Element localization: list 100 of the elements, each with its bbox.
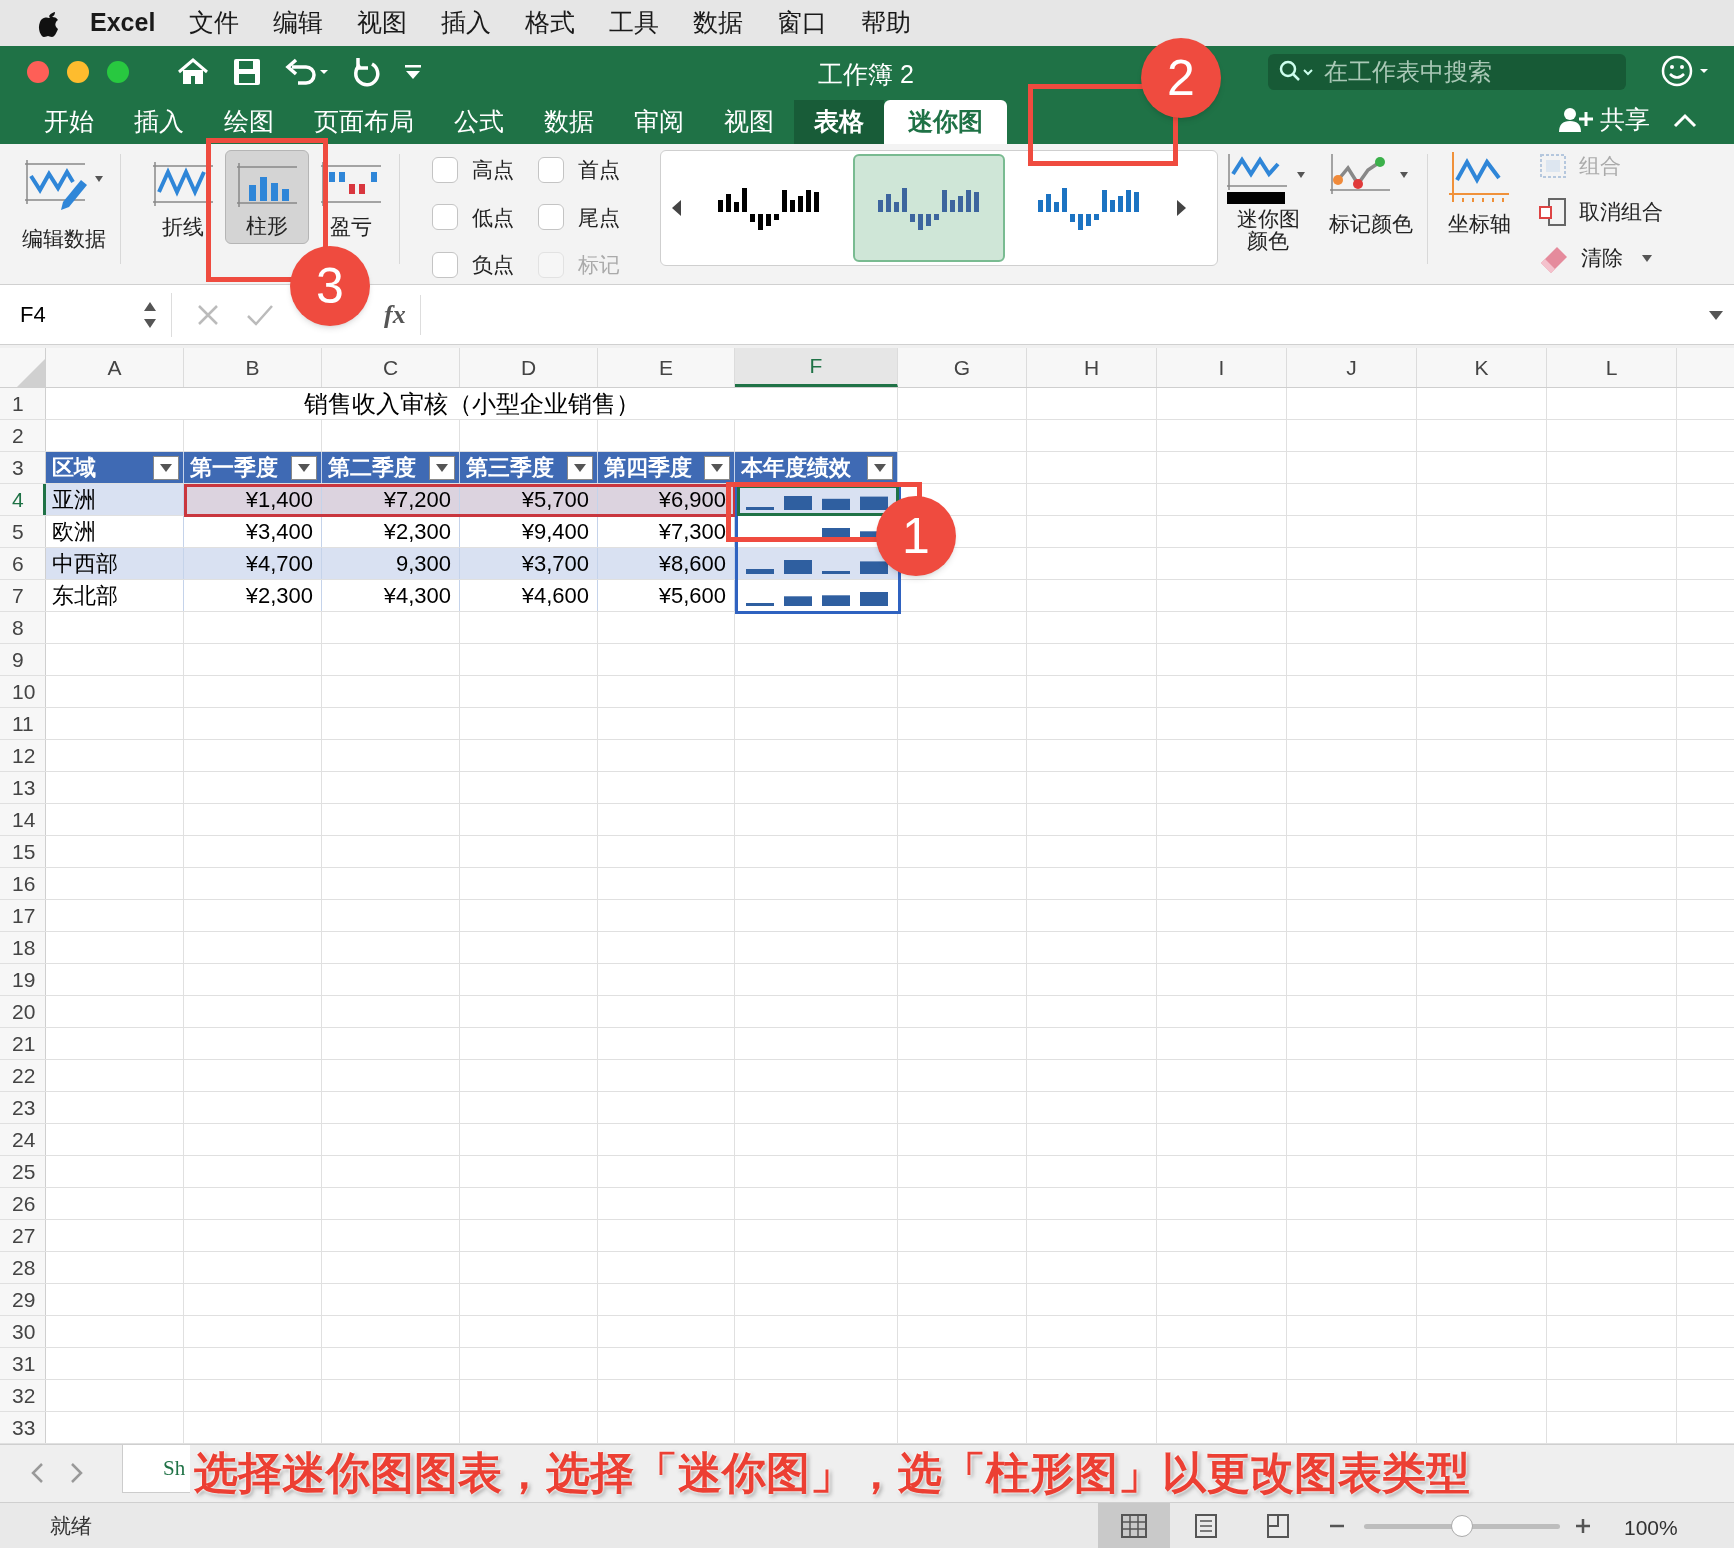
ribbon-tab[interactable]: 审阅 xyxy=(614,100,704,144)
menu-item[interactable]: 格式 xyxy=(525,4,576,42)
minimize-button[interactable] xyxy=(66,59,90,84)
row-header[interactable]: 24 xyxy=(0,1124,46,1155)
row-header[interactable]: 4 xyxy=(0,484,46,515)
row-header[interactable]: 17 xyxy=(0,900,46,931)
ribbon-tab[interactable]: 视图 xyxy=(704,100,794,144)
row-header[interactable]: 30 xyxy=(0,1316,46,1347)
row-header[interactable]: 18 xyxy=(0,932,46,963)
filter-button[interactable] xyxy=(867,455,893,480)
row-header[interactable]: 31 xyxy=(0,1348,46,1379)
filter-button[interactable] xyxy=(704,455,730,480)
menu-item[interactable]: 工具 xyxy=(609,4,660,42)
insert-function-button[interactable]: fx xyxy=(384,295,406,334)
sparkline-type-button[interactable]: 盈亏 xyxy=(309,150,393,244)
search-field[interactable]: 在工作表中搜索 xyxy=(1268,54,1626,90)
row-header[interactable]: 8 xyxy=(0,612,46,643)
zoom-slider-thumb[interactable] xyxy=(1451,1515,1473,1537)
column-header[interactable]: B xyxy=(184,348,322,387)
filter-button[interactable] xyxy=(429,455,455,480)
home-icon[interactable] xyxy=(176,56,210,87)
row-header[interactable]: 6 xyxy=(0,548,46,579)
row-header[interactable]: 5 xyxy=(0,516,46,547)
row-header[interactable]: 22 xyxy=(0,1060,46,1091)
expand-formula-icon[interactable] xyxy=(1708,308,1724,321)
row-header[interactable]: 19 xyxy=(0,964,46,995)
filter-button[interactable] xyxy=(153,455,179,480)
clear-command[interactable]: 清除 xyxy=(1537,240,1663,276)
ribbon-tab[interactable]: 公式 xyxy=(434,100,524,144)
filter-button[interactable] xyxy=(291,455,317,480)
ungroup-command[interactable]: 取消组合 xyxy=(1537,194,1663,230)
row-header[interactable]: 11 xyxy=(0,708,46,739)
show-option-checkbox[interactable]: 高点 xyxy=(432,154,538,186)
sparkline-type-button[interactable]: 柱形 xyxy=(225,150,309,244)
share-button[interactable]: 共享 xyxy=(1600,101,1650,139)
row-header[interactable]: 29 xyxy=(0,1284,46,1315)
app-menu[interactable]: Excel xyxy=(90,4,156,42)
column-header[interactable]: F xyxy=(735,348,898,387)
customize-icon[interactable] xyxy=(404,63,422,80)
row-header[interactable]: 1 xyxy=(0,388,46,419)
column-header[interactable]: A xyxy=(46,348,184,387)
column-header[interactable]: L xyxy=(1547,348,1677,387)
axis-button[interactable]: 坐标轴 xyxy=(1439,150,1519,240)
show-option-checkbox[interactable]: 低点 xyxy=(432,201,538,233)
column-header[interactable]: K xyxy=(1417,348,1547,387)
row-header[interactable]: 20 xyxy=(0,996,46,1027)
row-header[interactable]: 21 xyxy=(0,1028,46,1059)
sparkline-color-button[interactable]: 迷你图颜色 xyxy=(1223,150,1313,252)
sheet-tab[interactable]: Sh xyxy=(122,1445,190,1493)
ribbon-tab[interactable]: 数据 xyxy=(524,100,614,144)
normal-view-button[interactable] xyxy=(1098,1503,1170,1548)
row-header[interactable]: 26 xyxy=(0,1188,46,1219)
ribbon-tab[interactable]: 表格 xyxy=(794,100,884,144)
ribbon-tab[interactable]: 页面布局 xyxy=(294,100,434,144)
show-option-checkbox[interactable]: 首点 xyxy=(538,154,644,186)
row-header[interactable]: 13 xyxy=(0,772,46,803)
row-header[interactable]: 32 xyxy=(0,1380,46,1411)
menu-item[interactable]: 帮助 xyxy=(861,4,912,42)
row-header[interactable]: 2 xyxy=(0,420,46,451)
group-icon xyxy=(1537,151,1569,181)
row-header[interactable]: 28 xyxy=(0,1252,46,1283)
menu-item[interactable]: 视图 xyxy=(357,4,408,42)
row-header[interactable]: 25 xyxy=(0,1156,46,1187)
row-header[interactable]: 27 xyxy=(0,1220,46,1251)
row-header[interactable]: 15 xyxy=(0,836,46,867)
menu-item[interactable]: 窗口 xyxy=(777,4,828,42)
menu-item[interactable]: 编辑 xyxy=(273,4,324,42)
edit-data-button[interactable]: 编辑数据 xyxy=(14,154,114,254)
row-header[interactable]: 3 xyxy=(0,452,46,483)
menu-item[interactable]: 文件 xyxy=(189,4,240,42)
column-header[interactable]: C xyxy=(322,348,460,387)
menu-item[interactable]: 插入 xyxy=(441,4,492,42)
column-header[interactable]: J xyxy=(1287,348,1417,387)
ribbon-tab[interactable]: 绘图 xyxy=(204,100,294,144)
row-header[interactable]: 10 xyxy=(0,676,46,707)
row-header[interactable]: 12 xyxy=(0,740,46,771)
ribbon-tab[interactable]: 开始 xyxy=(24,100,114,144)
row-header[interactable]: 33 xyxy=(0,1412,46,1443)
row-header[interactable]: 16 xyxy=(0,868,46,899)
undo-icon[interactable] xyxy=(284,56,328,87)
name-box[interactable]: F4 xyxy=(6,292,172,337)
zoom-button[interactable] xyxy=(106,59,130,84)
row-header[interactable]: 7 xyxy=(0,580,46,611)
save-icon[interactable] xyxy=(232,56,262,87)
ribbon-tab[interactable]: 迷你图 xyxy=(884,100,1007,144)
column-header[interactable]: D xyxy=(460,348,598,387)
sparkline-type-button[interactable]: 折线 xyxy=(141,150,225,244)
marker-color-button[interactable]: 标记颜色 xyxy=(1321,150,1421,240)
row-header[interactable]: 23 xyxy=(0,1092,46,1123)
zoom-in-icon[interactable] xyxy=(1574,1517,1592,1535)
menu-item[interactable]: 数据 xyxy=(693,4,744,42)
show-option-checkbox[interactable]: 尾点 xyxy=(538,201,644,233)
ribbon-tab[interactable]: 插入 xyxy=(114,100,204,144)
column-header[interactable]: H xyxy=(1027,348,1157,387)
column-header[interactable]: I xyxy=(1157,348,1287,387)
smiley-icon[interactable] xyxy=(1660,54,1710,88)
column-header[interactable]: G xyxy=(898,348,1027,387)
filter-button[interactable] xyxy=(567,455,593,480)
row-header[interactable]: 9 xyxy=(0,644,46,675)
row-header[interactable]: 14 xyxy=(0,804,46,835)
